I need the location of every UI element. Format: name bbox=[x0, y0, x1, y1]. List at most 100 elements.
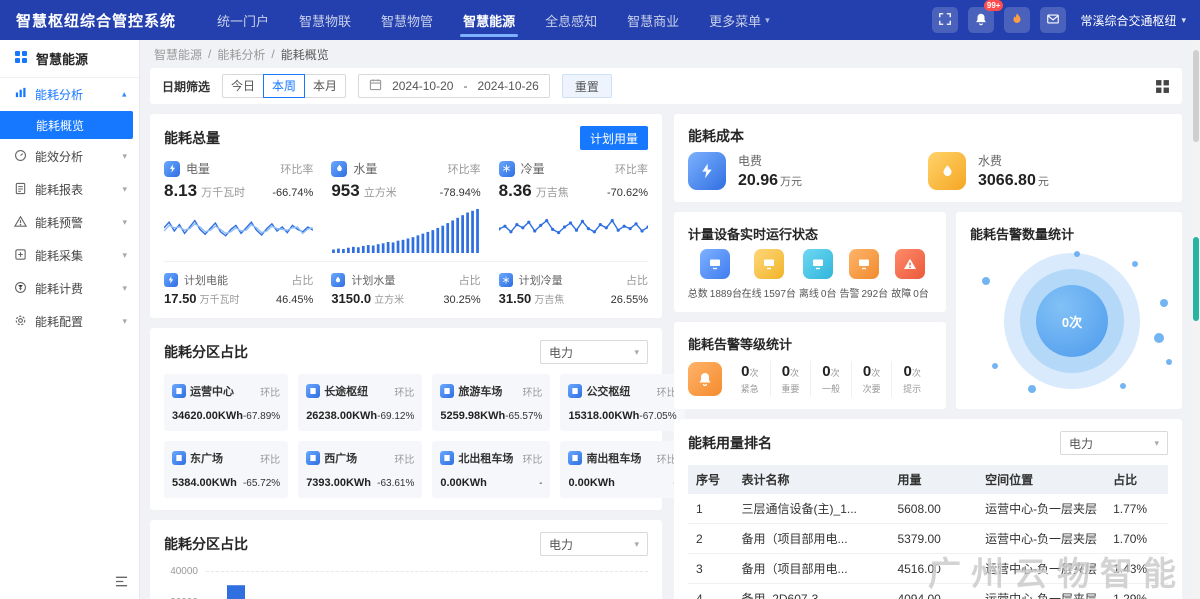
sidebar-item-energy-collection[interactable]: 能耗采集 ▾ bbox=[0, 239, 139, 272]
plan-cooling-icon bbox=[499, 273, 513, 287]
nav-item-more-menu[interactable]: 更多菜单 ▾ bbox=[694, 0, 785, 40]
date-end-value[interactable]: 2024-10-26 bbox=[477, 79, 538, 93]
nav-item-smart-iot[interactable]: 智慧物联 bbox=[284, 0, 366, 40]
select-value: 电力 bbox=[549, 536, 573, 553]
cost-value: 3066.80 bbox=[978, 172, 1036, 189]
bell-icon bbox=[974, 12, 988, 29]
reset-button[interactable]: 重置 bbox=[562, 74, 612, 98]
fullscreen-button[interactable] bbox=[932, 7, 958, 33]
nav-item-smart-business[interactable]: 智慧商业 bbox=[612, 0, 694, 40]
gauge-icon bbox=[14, 149, 27, 165]
sidebar-item-energy-overview[interactable]: 能耗概览 bbox=[0, 111, 133, 139]
col-ratio: 占比 bbox=[1105, 465, 1168, 494]
device-value: 0台 bbox=[821, 285, 837, 300]
zone-tile-longhaul-hub: 长途枢纽环比 26238.00KWh-69.12% bbox=[298, 374, 422, 431]
hb-rate-value: -78.94% bbox=[440, 187, 481, 199]
zone-value: 5384.00KWh bbox=[172, 477, 237, 489]
select-value: 电力 bbox=[1069, 435, 1093, 452]
ratio-label: 占比 bbox=[291, 272, 313, 288]
chevron-down-icon: ▾ bbox=[765, 15, 770, 26]
zone-ratio-title: 能耗分区占比 bbox=[164, 342, 248, 362]
ranking-energy-type-select[interactable]: 电力 ▾ bbox=[1060, 431, 1168, 455]
notification-badge: 99+ bbox=[984, 0, 1004, 11]
device-label: 离线 bbox=[799, 285, 819, 300]
zone-chart-energy-type-select[interactable]: 电力 ▾ bbox=[540, 532, 648, 556]
zone-value: 5259.98KWh bbox=[440, 410, 505, 422]
ratio-value: 30.25% bbox=[443, 294, 480, 306]
zone-value: 0.00KWh bbox=[568, 477, 614, 489]
electricity-icon bbox=[164, 161, 180, 177]
chevron-down-icon: ▾ bbox=[122, 217, 127, 228]
sidebar-item-label: 能耗预警 bbox=[35, 214, 83, 231]
nav-item-unified-portal[interactable]: 统一门户 bbox=[202, 0, 284, 40]
messages-button[interactable] bbox=[1040, 7, 1066, 33]
main-content: 智慧能源 / 能耗分析 / 能耗概览 日期筛选 今日 本周 本月 2024-10… bbox=[140, 40, 1192, 599]
cost-item-electricity: 电费 20.96万元 bbox=[688, 152, 928, 190]
building-icon bbox=[440, 451, 454, 465]
layout-toggle-button[interactable] bbox=[1155, 79, 1170, 94]
sidebar-item-energy-billing[interactable]: 能耗计费 ▾ bbox=[0, 272, 139, 305]
zone-name: 长途枢纽 bbox=[324, 383, 368, 399]
alarm-level-label: 重要 bbox=[771, 382, 811, 395]
metric-unit: 万吉焦 bbox=[536, 184, 569, 200]
metric-electricity: 电量 环比率 8.13 万千瓦时 -66.74% bbox=[164, 160, 313, 253]
breadcrumb-overview: 能耗概览 bbox=[281, 46, 329, 63]
side-scroll-indicator[interactable] bbox=[1193, 237, 1199, 321]
chevron-down-icon: ▾ bbox=[122, 283, 127, 294]
cost-unit: 元 bbox=[1038, 176, 1049, 188]
sidebar-item-energy-analysis[interactable]: 能耗分析 ▾ bbox=[0, 78, 139, 110]
scrollbar-thumb[interactable] bbox=[1193, 50, 1199, 142]
device-value: 1597台 bbox=[764, 285, 796, 300]
sidebar-item-energy-report[interactable]: 能耗报表 ▾ bbox=[0, 173, 139, 206]
date-range-picker[interactable]: 2024-10-20 - 2024-10-26 bbox=[358, 74, 550, 98]
today-button[interactable]: 今日 bbox=[222, 74, 264, 98]
cost-value: 20.96 bbox=[738, 172, 778, 189]
gear-icon bbox=[14, 314, 27, 330]
cell-index: 2 bbox=[688, 524, 734, 554]
energy-total-title: 能耗总量 bbox=[164, 128, 220, 148]
zone-name: 北出租车场 bbox=[458, 450, 513, 466]
ratio-value: 26.55% bbox=[611, 294, 648, 306]
date-start-value[interactable]: 2024-10-20 bbox=[392, 79, 453, 93]
top-nav: 智慧枢纽综合管控系统 统一门户 智慧物联 智慧物管 智慧能源 全息感知 智慧商业… bbox=[0, 0, 1200, 40]
nav-item-smart-energy[interactable]: 智慧能源 bbox=[448, 0, 530, 40]
zone-energy-type-select[interactable]: 电力 ▾ bbox=[540, 340, 648, 364]
nav-item-smart-property[interactable]: 智慧物管 bbox=[366, 0, 448, 40]
card-energy-cost: 能耗成本 电费 20.96万元 水费 3066.80元 bbox=[674, 114, 1182, 202]
sidebar-item-energy-config[interactable]: 能耗配置 ▾ bbox=[0, 305, 139, 338]
device-label: 告警 bbox=[840, 285, 860, 300]
card-alarm-level: 能耗告警等级统计 0次 紧急 0次 重要 bbox=[674, 322, 946, 409]
sidebar-collapse-button[interactable] bbox=[114, 575, 129, 591]
building-icon bbox=[568, 384, 582, 398]
energy-module-icon bbox=[14, 50, 28, 67]
col-index: 序号 bbox=[688, 465, 734, 494]
chevron-down-icon: ▾ bbox=[122, 151, 127, 162]
device-status-title: 计量设备实时运行状态 bbox=[688, 224, 818, 243]
nav-item-holo-sensing[interactable]: 全息感知 bbox=[530, 0, 612, 40]
date-filter-bar: 日期筛选 今日 本周 本月 2024-10-20 - 2024-10-26 重置 bbox=[150, 68, 1182, 104]
this-month-button[interactable]: 本月 bbox=[304, 74, 346, 98]
zone-tile-tourist-lot: 旅游车场环比 5259.98KWh-65.57% bbox=[432, 374, 550, 431]
metric-value: 8.13 bbox=[164, 181, 197, 201]
plan-value: 31.50 bbox=[499, 291, 532, 306]
breadcrumb-energy[interactable]: 智慧能源 bbox=[154, 46, 202, 63]
device-value: 1889台 bbox=[710, 285, 742, 300]
cell-meter-name: 三层通信设备(主)_1... bbox=[734, 494, 890, 524]
hb-rate-label: 环比率 bbox=[280, 161, 313, 177]
planned-usage-button[interactable]: 计划用量 bbox=[580, 126, 648, 150]
alarm-unit: 次 bbox=[912, 368, 921, 378]
ratio-label: 占比 bbox=[459, 272, 481, 288]
station-selector[interactable]: 常溪综合交通枢纽 ▾ bbox=[1080, 12, 1186, 29]
metric-unit: 立方米 bbox=[364, 184, 397, 200]
alarm-center-button[interactable] bbox=[1004, 7, 1030, 33]
alarm-count: 0 bbox=[822, 363, 830, 380]
this-week-button[interactable]: 本周 bbox=[263, 74, 305, 98]
sidebar-item-efficiency-analysis[interactable]: 能效分析 ▾ bbox=[0, 140, 139, 173]
card-zone-ratio: 能耗分区占比 电力 ▾ 运营中心环比 34620.00KWh-67.89% 长途… bbox=[150, 328, 662, 510]
breadcrumb-analysis[interactable]: 能耗分析 bbox=[217, 46, 265, 63]
sidebar-item-energy-alert[interactable]: 能耗预警 ▾ bbox=[0, 206, 139, 239]
alarm-level-label: 紧急 bbox=[730, 382, 770, 395]
zone-value: 26238.00KWh bbox=[306, 410, 377, 422]
notifications-button[interactable]: 99+ bbox=[968, 7, 994, 33]
hb-rate-label: 环比率 bbox=[448, 161, 481, 177]
